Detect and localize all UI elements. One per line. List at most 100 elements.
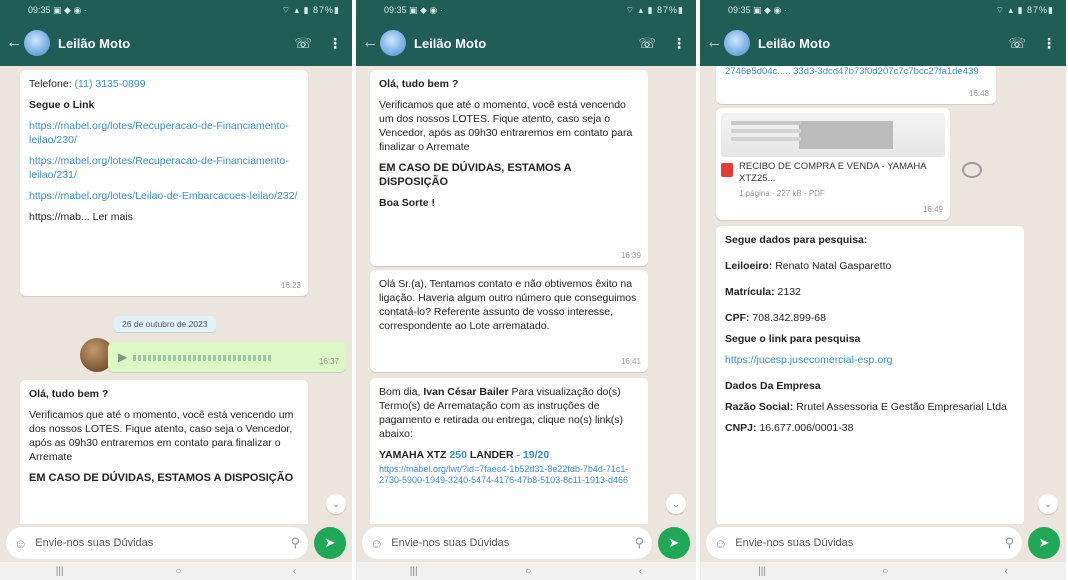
more-options-icon[interactable]: ⋮ — [672, 35, 686, 52]
contact-avatar[interactable] — [724, 30, 750, 56]
status-time: 09:35 ▣ ◆ ◉ · — [728, 4, 787, 15]
contact-name[interactable]: Leilão Moto — [758, 36, 1008, 51]
company-heading: Dados Da Empresa — [725, 380, 821, 392]
message-input[interactable]: ☺ Envie-nos suas Dúvidas ⚲ — [6, 527, 308, 559]
chat-screen-3: 09:35 ▣ ◆ ◉ · ⌔ ▴ ▮ 87%▮ ← Leilão Moto ☏… — [700, 0, 1068, 580]
message-time: 16:23 — [280, 281, 301, 290]
forward-icon[interactable] — [962, 162, 982, 178]
message-bubble[interactable]: Olá, tudo bem ? Verificamos que até o mo… — [370, 70, 648, 266]
message-body: Verificamos que até o momento, você está… — [379, 99, 633, 153]
recents-icon[interactable]: ||| — [56, 566, 64, 577]
back-arrow-icon[interactable]: ← — [6, 34, 22, 52]
composer: ☺ Envie-nos suas Dúvidas ⚲ ➤ — [356, 524, 696, 562]
document-title[interactable]: RECIBO DE COMPRA E VENDA - YAMAHA XTZ25.… — [739, 161, 945, 185]
scroll-down-icon[interactable]: ⌄ — [326, 494, 346, 514]
read-more-link[interactable]: https://mab... Ler mais — [29, 210, 299, 224]
chat-screen-1: 09:35 ▣ ◆ ◉ · ⌔ ▴ ▮ 87%▮ ← Leilão Moto ☏… — [0, 0, 354, 580]
home-icon[interactable]: ○ — [882, 566, 888, 577]
message-body: Verificamos que até o momento, você está… — [29, 409, 294, 463]
auctioneer-label: Leiloeiro: — [725, 260, 773, 272]
play-icon[interactable]: ▶ — [118, 350, 127, 364]
intro-prefix: Bom dia, — [379, 386, 421, 398]
back-arrow-icon[interactable]: ← — [362, 34, 378, 52]
system-nav-bar: ||| ○ ‹ — [0, 562, 352, 580]
document-message[interactable]: RECIBO DE COMPRA E VENDA - YAMAHA XTZ25.… — [716, 108, 950, 220]
phone-link[interactable]: (11) 3135-0899 — [75, 78, 146, 90]
scroll-down-icon[interactable]: ⌄ — [1038, 494, 1058, 514]
search-link-heading: Segue o link para pesquisa — [725, 333, 861, 345]
document-preview[interactable] — [721, 113, 945, 157]
message-bubble[interactable]: Segue dados para pesquisa: Leiloeiro: Re… — [716, 226, 1024, 524]
message-time: 16:37 — [318, 357, 339, 366]
back-icon[interactable]: ‹ — [1005, 566, 1008, 577]
contact-name[interactable]: Leilão Moto — [58, 36, 294, 51]
recents-icon[interactable]: ||| — [758, 566, 766, 577]
more-options-icon[interactable]: ⋮ — [328, 35, 342, 52]
call-add-icon[interactable]: ☏ — [294, 35, 312, 52]
emoji-icon[interactable]: ☺ — [714, 536, 727, 551]
home-icon[interactable]: ○ — [175, 566, 181, 577]
attach-icon[interactable]: ⚲ — [290, 535, 300, 551]
message-bubble[interactable]: 2746e5d04c..... 33d3-3dcd47b73f0d207c7c7… — [716, 66, 996, 104]
back-icon[interactable]: ‹ — [639, 566, 642, 577]
send-button[interactable]: ➤ — [1028, 527, 1060, 559]
lot-link-3[interactable]: https://mabel.org/lotes/Leilao-de-Embarc… — [29, 189, 299, 203]
link-fragment[interactable]: 2746e5d04c..... 33d3-3dcd47b73f0d207c7c7… — [725, 66, 987, 78]
registration-value: 2132 — [777, 286, 801, 298]
message-input[interactable]: ☺ Envie-nos suas Dúvidas ⚲ — [362, 527, 652, 559]
home-icon[interactable]: ○ — [525, 566, 531, 577]
message-bubble[interactable]: Olá Sr.(a), Tentamos contato e não obtiv… — [370, 270, 648, 372]
scroll-down-icon[interactable]: ⌄ — [666, 494, 686, 514]
date-separator: 26 de outubro de 2023 — [114, 316, 216, 332]
more-options-icon[interactable]: ⋮ — [1042, 35, 1056, 52]
auctioneer-value: Renato Natal Gasparetto — [775, 260, 892, 272]
message-time: 16:39 — [620, 251, 641, 260]
contact-avatar[interactable] — [380, 30, 406, 56]
send-button[interactable]: ➤ — [658, 527, 690, 559]
contact-name[interactable]: Leilão Moto — [414, 36, 638, 51]
chat-header: ← Leilão Moto ☏ ⋮ — [700, 20, 1066, 66]
emoji-icon[interactable]: ☺ — [370, 536, 383, 551]
message-time: 16:41 — [620, 357, 641, 366]
lot-link-1[interactable]: https://mabel.org/lotes/Recuperacao-de-F… — [29, 119, 299, 147]
phone-label: Telefone: — [29, 78, 72, 90]
status-icons: ⌔ ▴ ▮ 87%▮ — [625, 4, 684, 15]
greeting: Olá, tudo bem ? — [379, 78, 459, 90]
status-time: 09:35 ▣ ◆ ◉ · — [28, 4, 87, 15]
company-name-label: Razão Social: — [725, 401, 794, 413]
product-engine: 250 — [449, 449, 467, 461]
back-arrow-icon[interactable]: ← — [706, 34, 722, 52]
audio-waveform[interactable] — [133, 355, 274, 362]
message-input[interactable]: ☺ Envie-nos suas Dúvidas ⚲ — [706, 527, 1022, 559]
message-time: 16:48 — [968, 89, 989, 98]
message-list[interactable]: Telefone: (11) 3135-0899 Segue o Link ht… — [0, 66, 352, 524]
call-add-icon[interactable]: ☏ — [638, 35, 656, 52]
data-heading: Segue dados para pesquisa: — [725, 234, 868, 246]
lot-link-2[interactable]: https://mabel.org/lotes/Recuperacao-de-F… — [29, 154, 299, 182]
cnpj-label: CNPJ: — [725, 422, 757, 434]
input-text[interactable]: Envie-nos suas Dúvidas — [35, 537, 290, 549]
back-icon[interactable]: ‹ — [293, 566, 296, 577]
message-bubble[interactable]: Bom dia, Ivan César Bailer Para visualiz… — [370, 378, 648, 524]
registration-label: Matrícula: — [725, 286, 775, 298]
send-button[interactable]: ➤ — [314, 527, 346, 559]
input-text[interactable]: Envie-nos suas Dúvidas — [735, 537, 1004, 549]
attach-icon[interactable]: ⚲ — [1004, 535, 1014, 551]
attach-icon[interactable]: ⚲ — [634, 535, 644, 551]
chat-header: ← Leilão Moto ☏ ⋮ — [356, 20, 696, 66]
search-link[interactable]: https://jucesp.jusecomercial-esp.org — [725, 353, 1015, 367]
system-nav-bar: ||| ○ ‹ — [700, 562, 1066, 580]
link-heading: Segue o Link — [29, 99, 95, 111]
message-list[interactable]: 2746e5d04c..... 33d3-3dcd47b73f0d207c7c7… — [700, 66, 1066, 524]
message-bubble[interactable]: Olá, tudo bem ? Verificamos que até o mo… — [20, 380, 308, 524]
recents-icon[interactable]: ||| — [410, 566, 418, 577]
call-add-icon[interactable]: ☏ — [1008, 35, 1026, 52]
contact-avatar[interactable] — [24, 30, 50, 56]
voice-message[interactable]: ▶ 16:37 — [108, 342, 346, 372]
pdf-icon — [721, 163, 733, 177]
term-link[interactable]: https://mabel.org/lwt/?id=7faec4-1b52d31… — [379, 464, 639, 486]
input-text[interactable]: Envie-nos suas Dúvidas — [391, 537, 634, 549]
message-list[interactable]: Olá, tudo bem ? Verificamos que até o mo… — [356, 66, 696, 524]
message-bubble[interactable]: Telefone: (11) 3135-0899 Segue o Link ht… — [20, 70, 308, 296]
emoji-icon[interactable]: ☺ — [14, 536, 27, 551]
